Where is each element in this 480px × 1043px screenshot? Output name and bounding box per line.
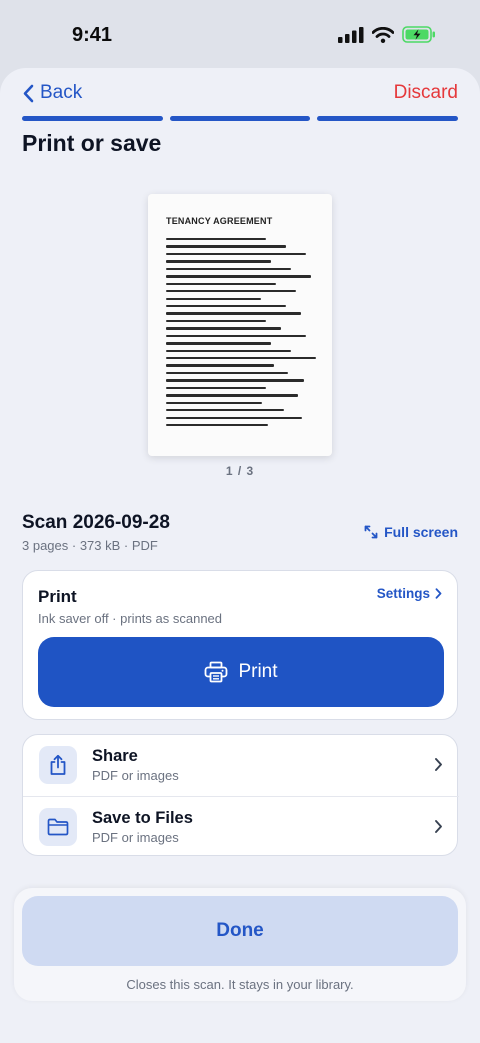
- save-options-card: Share PDF or images Save to Files PDF or…: [22, 734, 459, 857]
- progress-step-2: [169, 116, 311, 121]
- document-text-line: [166, 327, 281, 330]
- full-screen-button[interactable]: Full screen: [364, 524, 458, 540]
- back-button[interactable]: Back: [22, 82, 82, 104]
- print-title: Print: [38, 587, 77, 606]
- document-text-line: [166, 423, 268, 427]
- expand-icon: [364, 525, 378, 539]
- step-progress: [22, 116, 459, 121]
- back-label: Back: [40, 82, 83, 103]
- document-text-line: [166, 394, 298, 397]
- save-to-files-row[interactable]: Save to Files PDF or images: [23, 796, 459, 857]
- battery-charging-icon: [402, 26, 435, 43]
- document-text-line: [166, 312, 301, 315]
- share-icon: [50, 754, 66, 775]
- page-title: Print or save: [22, 130, 162, 156]
- save-to-files-title: Save to Files: [92, 809, 193, 827]
- scan-meta: 3 pages · 373 kB · PDF: [22, 538, 158, 553]
- share-icon-tile: [39, 746, 77, 784]
- save-to-files-subtitle: PDF or images: [92, 830, 179, 845]
- document-text-lines: [166, 238, 316, 431]
- document-text-line: [166, 401, 262, 405]
- printer-icon: [205, 661, 228, 683]
- document-text-line: [166, 349, 291, 352]
- cellular-signal-icon: [338, 26, 364, 43]
- page-indicator: 1 / 3: [225, 464, 255, 478]
- print-settings-button[interactable]: Settings: [377, 586, 442, 601]
- document-text-line: [166, 267, 291, 271]
- document-text-line: [166, 371, 288, 375]
- print-button-label: Print: [238, 661, 278, 682]
- document-text-line: [166, 290, 296, 293]
- done-note: Closes this scan. It stays in your libra…: [126, 977, 354, 992]
- chevron-left-icon: [23, 84, 34, 102]
- document-text-line: [166, 409, 284, 412]
- document-text-line: [166, 245, 286, 248]
- document-text-line: [166, 238, 266, 241]
- share-subtitle: PDF or images: [92, 768, 179, 783]
- document-text-line: [166, 342, 271, 345]
- document-text-line: [166, 275, 311, 278]
- document-text-line: [166, 416, 302, 419]
- chevron-right-icon: [435, 588, 442, 599]
- chevron-right-icon: [435, 820, 442, 833]
- document-text-line: [166, 260, 271, 263]
- document-text-line: [166, 357, 316, 360]
- share-title: Share: [92, 747, 138, 765]
- progress-step-3: [317, 116, 459, 121]
- wifi-icon: [372, 26, 394, 43]
- folder-icon: [47, 818, 69, 836]
- document-text-line: [166, 319, 266, 323]
- print-subtitle: Ink saver off · prints as scanned: [38, 611, 223, 626]
- status-icons: [338, 26, 436, 43]
- document-text-line: [166, 252, 306, 256]
- folder-icon-tile: [39, 808, 77, 846]
- print-or-save-sheet: Back Discard Print or save TENANCY AGREE…: [0, 68, 480, 1043]
- share-row[interactable]: Share PDF or images: [23, 735, 459, 796]
- bottom-action-panel: Done Closes this scan. It stays in your …: [14, 888, 466, 1001]
- document-text-line: [166, 379, 304, 382]
- document-preview[interactable]: TENANCY AGREEMENT: [148, 194, 332, 456]
- chevron-right-icon: [435, 758, 442, 771]
- status-time: 9:41: [72, 24, 113, 46]
- done-button[interactable]: Done: [22, 896, 458, 966]
- print-button[interactable]: Print: [38, 637, 444, 707]
- document-text-line: [166, 386, 266, 390]
- progress-step-1: [22, 116, 163, 121]
- scan-name: Scan 2026-09-28: [22, 512, 170, 533]
- document-text-line: [166, 297, 261, 300]
- status-bar: 9:41: [0, 0, 480, 68]
- document-text-line: [166, 282, 276, 286]
- settings-label: Settings: [376, 586, 430, 601]
- full-screen-label: Full screen: [384, 524, 458, 540]
- document-text-line: [166, 334, 306, 338]
- document-heading: TENANCY AGREEMENT: [166, 216, 273, 226]
- document-text-line: [166, 304, 286, 308]
- document-text-line: [166, 364, 274, 367]
- discard-button[interactable]: Discard: [394, 82, 458, 104]
- print-card: Print Ink saver off · prints as scanned …: [22, 570, 458, 720]
